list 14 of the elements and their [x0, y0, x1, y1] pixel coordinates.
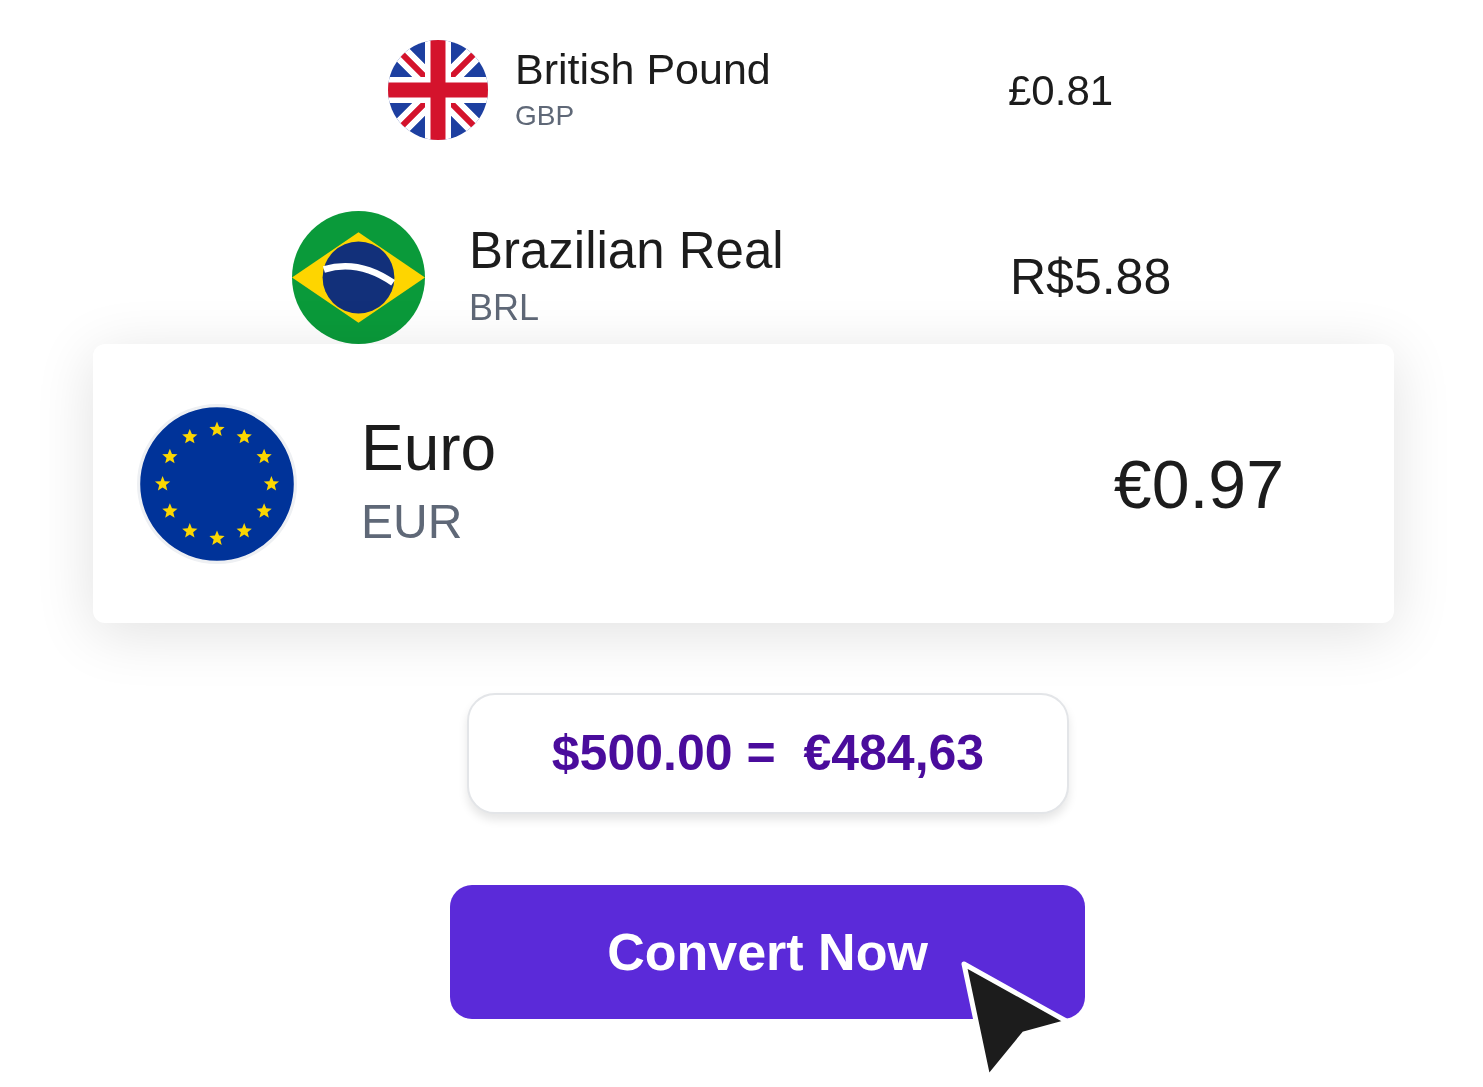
currency-name: Brazilian Real [469, 220, 784, 281]
currency-name: British Pound [515, 44, 771, 95]
convert-button[interactable]: Convert Now [450, 885, 1085, 1019]
exchange-rate: €0.97 [1113, 444, 1284, 524]
brazil-flag-icon [292, 211, 425, 344]
currency-name: Euro [361, 410, 497, 486]
eu-flag-icon [137, 403, 297, 564]
currency-code: BRL [469, 285, 540, 330]
currency-code: EUR [361, 493, 463, 550]
currency-card[interactable]: Euro EUR €0.97 [93, 344, 1394, 623]
conversion-result: $500.00 = €484,63 [467, 693, 1069, 814]
exchange-rate: £0.81 [1008, 65, 1114, 116]
currency-code: GBP [515, 99, 575, 133]
exchange-rate: R$5.88 [1010, 248, 1172, 307]
